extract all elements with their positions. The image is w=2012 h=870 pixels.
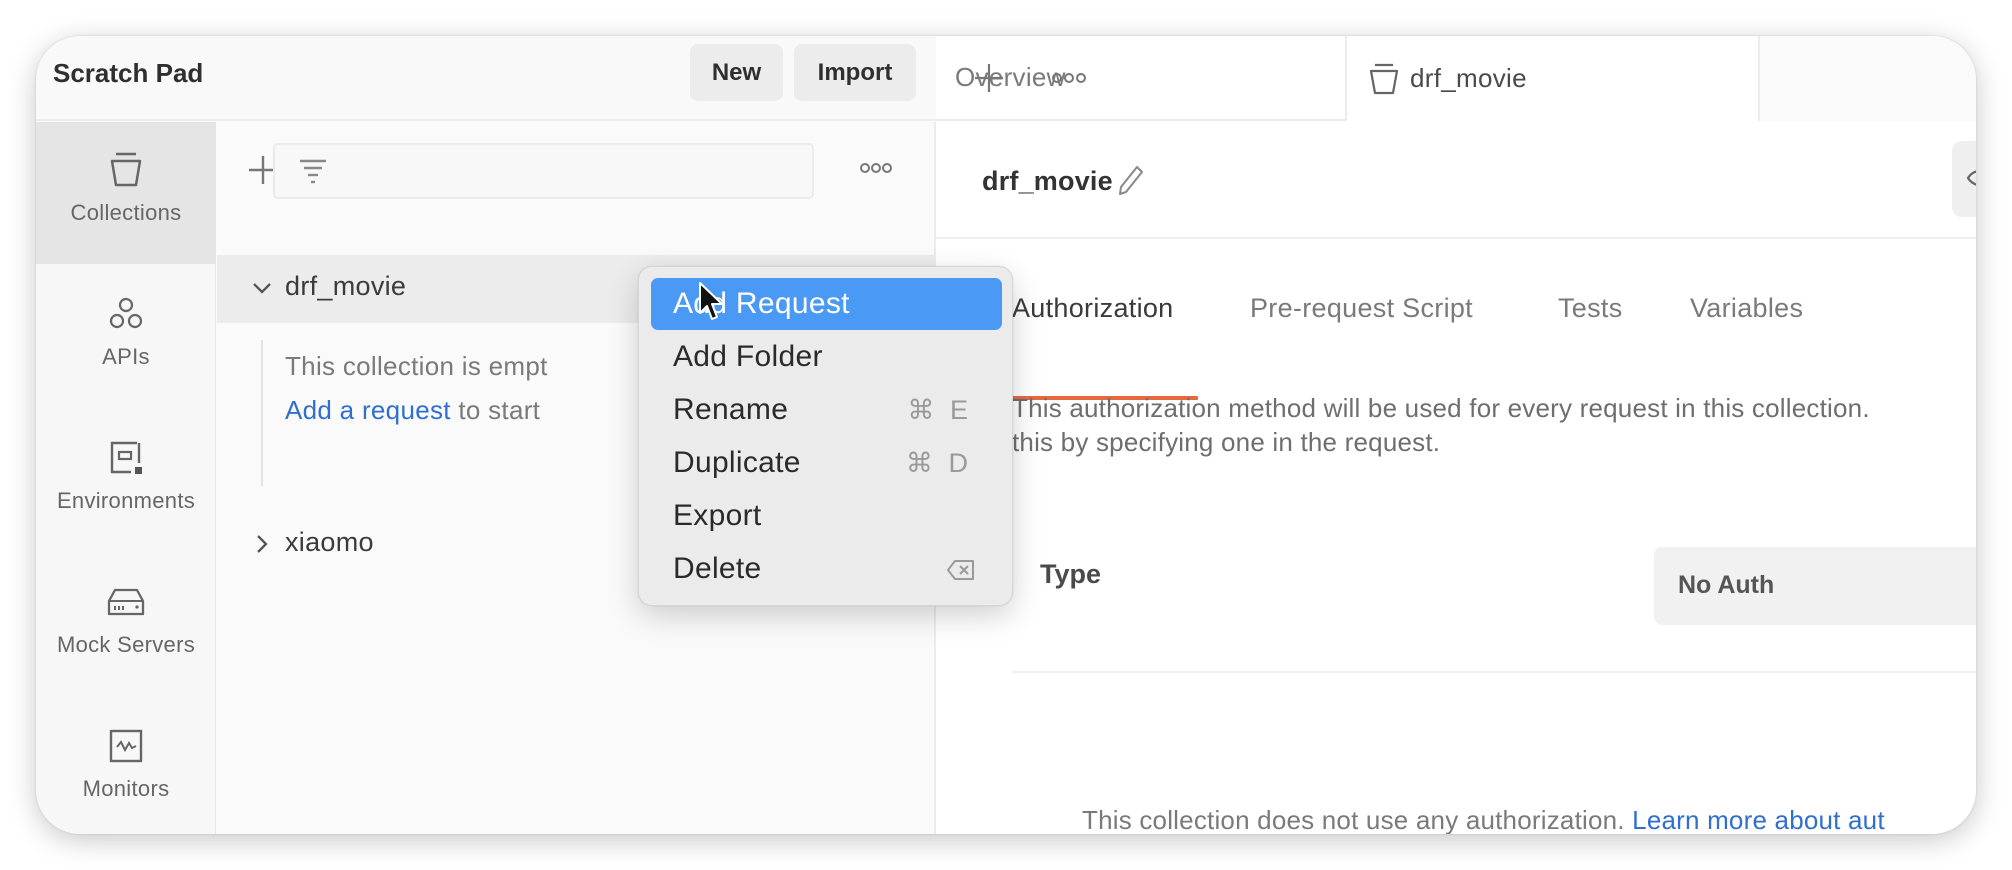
- collection-name: xiaomo: [285, 527, 374, 557]
- filter-icon: [297, 157, 329, 187]
- new-tab-button[interactable]: [973, 62, 1005, 94]
- tab-label: drf_movie: [1410, 63, 1527, 93]
- menu-item-label: Duplicate: [673, 446, 801, 479]
- tab-bar: Overview drf_movie: [936, 36, 1976, 121]
- sidebar-item-environments[interactable]: Environments: [36, 410, 216, 552]
- menu-item-label: Add Request: [673, 287, 850, 320]
- subtab-variables[interactable]: Variables: [1690, 293, 1803, 324]
- collection-title: drf_movie: [982, 166, 1113, 196]
- new-button[interactable]: New: [690, 44, 783, 101]
- subtab-tests[interactable]: Tests: [1558, 293, 1623, 324]
- app-window: Scratch Pad New Import Collections APIs …: [36, 36, 1976, 834]
- sidebar-item-label: Collections: [70, 200, 182, 225]
- menu-item-rename[interactable]: Rename ⌘ E: [651, 384, 1002, 436]
- sidebar-item-label: APIs: [102, 344, 150, 369]
- import-button[interactable]: Import: [794, 44, 916, 101]
- sidebar-item-monitors[interactable]: Monitors: [36, 698, 216, 834]
- chevron-down-icon[interactable]: [251, 275, 273, 301]
- tab-label: Overview: [955, 62, 1066, 92]
- menu-item-label: Delete: [673, 552, 762, 585]
- add-request-link[interactable]: Add a request: [285, 395, 451, 425]
- empty-message-rest: to start: [450, 395, 541, 425]
- note-text: This collection does not use any authori…: [1082, 805, 1633, 834]
- subtab-authorization[interactable]: Authorization: [1012, 293, 1174, 324]
- more-options-icon[interactable]: [859, 160, 893, 176]
- sidebar-item-mock-servers[interactable]: Mock Servers: [36, 554, 216, 696]
- edit-title-button[interactable]: [1116, 163, 1146, 197]
- sidebar-item-collections[interactable]: Collections: [36, 122, 216, 264]
- monitor-icon: [104, 724, 148, 768]
- menu-item-duplicate[interactable]: Duplicate ⌘ D: [651, 437, 1002, 489]
- sidebar-item-apis[interactable]: APIs: [36, 266, 216, 408]
- view-details-button[interactable]: [1952, 141, 1976, 217]
- description-line: this by specifying one in the request.: [1012, 427, 1441, 457]
- menu-item-add-folder[interactable]: Add Folder: [651, 331, 1002, 383]
- tree-guide-line: [261, 340, 263, 486]
- learn-more-link[interactable]: Learn more about aut: [1632, 805, 1885, 834]
- environments-icon: [104, 436, 148, 480]
- eye-icon: [1966, 170, 1976, 186]
- menu-item-label: Rename: [673, 393, 789, 426]
- subtab-pre-request-script[interactable]: Pre-request Script: [1250, 293, 1473, 324]
- no-auth-note: This collection does not use any authori…: [1082, 805, 1885, 834]
- workspace-header: Scratch Pad New Import: [36, 36, 936, 121]
- auth-type-value: No Auth: [1678, 571, 1775, 599]
- divider: [1012, 671, 1976, 673]
- sidebar-item-label: Mock Servers: [56, 632, 196, 657]
- context-menu: Add Request Add Folder Rename ⌘ E Duplic…: [638, 266, 1013, 606]
- menu-item-add-request[interactable]: Add Request: [651, 278, 1002, 330]
- chevron-right-icon[interactable]: [251, 531, 273, 557]
- menu-item-export[interactable]: Export: [651, 490, 1002, 542]
- menu-item-shortcut: ⌘ E: [907, 395, 972, 425]
- description-line: This authorization method will be used f…: [1012, 393, 1870, 423]
- empty-collection-message: This collection is empt Add a request to…: [285, 344, 548, 432]
- sidebar-item-label: Environments: [56, 488, 196, 513]
- search-input[interactable]: [273, 143, 814, 199]
- menu-item-shortcut: ⌘ D: [906, 448, 972, 478]
- collection-icon: [1369, 63, 1399, 94]
- tab-drf-movie[interactable]: drf_movie: [1347, 36, 1760, 121]
- collection-content: drf_movie Authorization Pre-request Scri…: [936, 121, 1976, 834]
- apis-icon: [104, 292, 148, 336]
- menu-item-label: Export: [673, 499, 762, 532]
- tab-more-options-icon[interactable]: [1051, 71, 1087, 85]
- delete-key-icon: [947, 560, 974, 580]
- menu-item-label: Add Folder: [673, 340, 823, 373]
- collection-name: drf_movie: [285, 271, 407, 301]
- divider: [936, 237, 1976, 239]
- pencil-icon: [1119, 166, 1143, 195]
- collection-icon: [104, 148, 148, 192]
- sidebar-item-label: Monitors: [82, 776, 170, 801]
- plus-icon: [975, 64, 1003, 92]
- workspace-title: Scratch Pad: [53, 58, 204, 88]
- mock-server-icon: [104, 580, 148, 624]
- authorization-description: This authorization method will be used f…: [1012, 391, 1870, 459]
- empty-message-line: This collection is empt: [285, 351, 548, 381]
- sidebar-rail: Collections APIs Environments Mock Serve…: [36, 122, 216, 834]
- type-label: Type: [1040, 559, 1102, 589]
- auth-type-select[interactable]: No Auth: [1654, 547, 1976, 625]
- menu-item-delete[interactable]: Delete: [651, 543, 1002, 595]
